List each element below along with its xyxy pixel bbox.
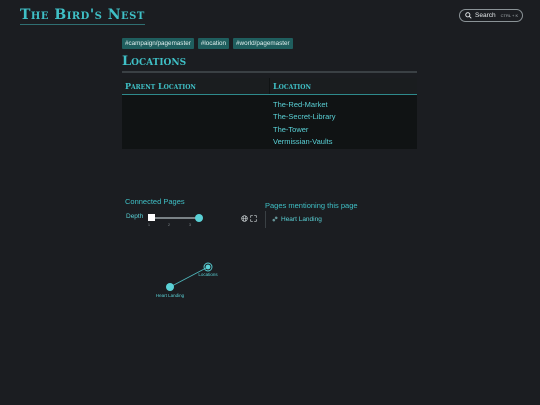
backlinks-title: Pages mentioning this page — [265, 201, 358, 210]
tag-location[interactable]: #location — [197, 38, 230, 49]
depth-slider-start — [148, 214, 155, 221]
fullscreen-icon[interactable] — [250, 215, 257, 222]
location-list: The-Red-Market The-Secret-Library The-To… — [122, 99, 336, 149]
search-icon — [465, 12, 472, 19]
search-label: Search — [475, 12, 496, 19]
site-title[interactable]: The Bird's Nest — [20, 7, 145, 25]
depth-tick: 1 — [148, 223, 150, 227]
page-title: Locations — [122, 54, 417, 73]
graph-node-locations[interactable] — [205, 264, 211, 270]
graph-controls — [241, 215, 257, 222]
depth-label: Depth — [126, 213, 144, 220]
graph-title: Connected Pages — [125, 197, 185, 206]
location-link[interactable]: The-Secret-Library — [273, 111, 336, 123]
graph-canvas[interactable]: Locations Heart Landing — [140, 255, 240, 305]
graph-node-label: Heart Landing — [156, 293, 185, 298]
tag-list: #campaign/pagemaster #location #world/pa… — [122, 38, 293, 49]
backlinks-list: Heart Landing — [265, 211, 322, 228]
graph-node-heart-landing[interactable] — [166, 283, 174, 291]
locations-table: Parent Location Location The-Red-Market … — [122, 78, 417, 149]
depth-slider-thumb[interactable] — [195, 214, 203, 222]
depth-slider-track[interactable] — [152, 217, 198, 219]
search-button[interactable]: Search CTRL + K — [459, 9, 523, 22]
depth-tick: 2 — [168, 223, 170, 227]
header-parent-location: Parent Location — [122, 78, 269, 94]
header-location: Location — [270, 78, 417, 94]
depth-tick: 3 — [189, 223, 191, 227]
location-link[interactable]: The-Red-Market — [273, 99, 336, 111]
table-header: Parent Location Location — [122, 78, 417, 95]
search-shortcut: CTRL + K — [500, 13, 519, 18]
tag-campaign-pagemaster[interactable]: #campaign/pagemaster — [122, 38, 194, 49]
globe-icon[interactable] — [241, 215, 248, 222]
location-link[interactable]: The-Tower — [273, 124, 336, 136]
tag-world-pagemaster[interactable]: #world/pagemaster — [233, 38, 293, 49]
location-link[interactable]: Vermissian-Vaults — [273, 136, 336, 148]
backlink-item[interactable]: Heart Landing — [281, 216, 322, 223]
graph-edge — [169, 266, 209, 288]
link-icon — [272, 216, 278, 224]
graph-node-label: Locations — [198, 272, 218, 277]
